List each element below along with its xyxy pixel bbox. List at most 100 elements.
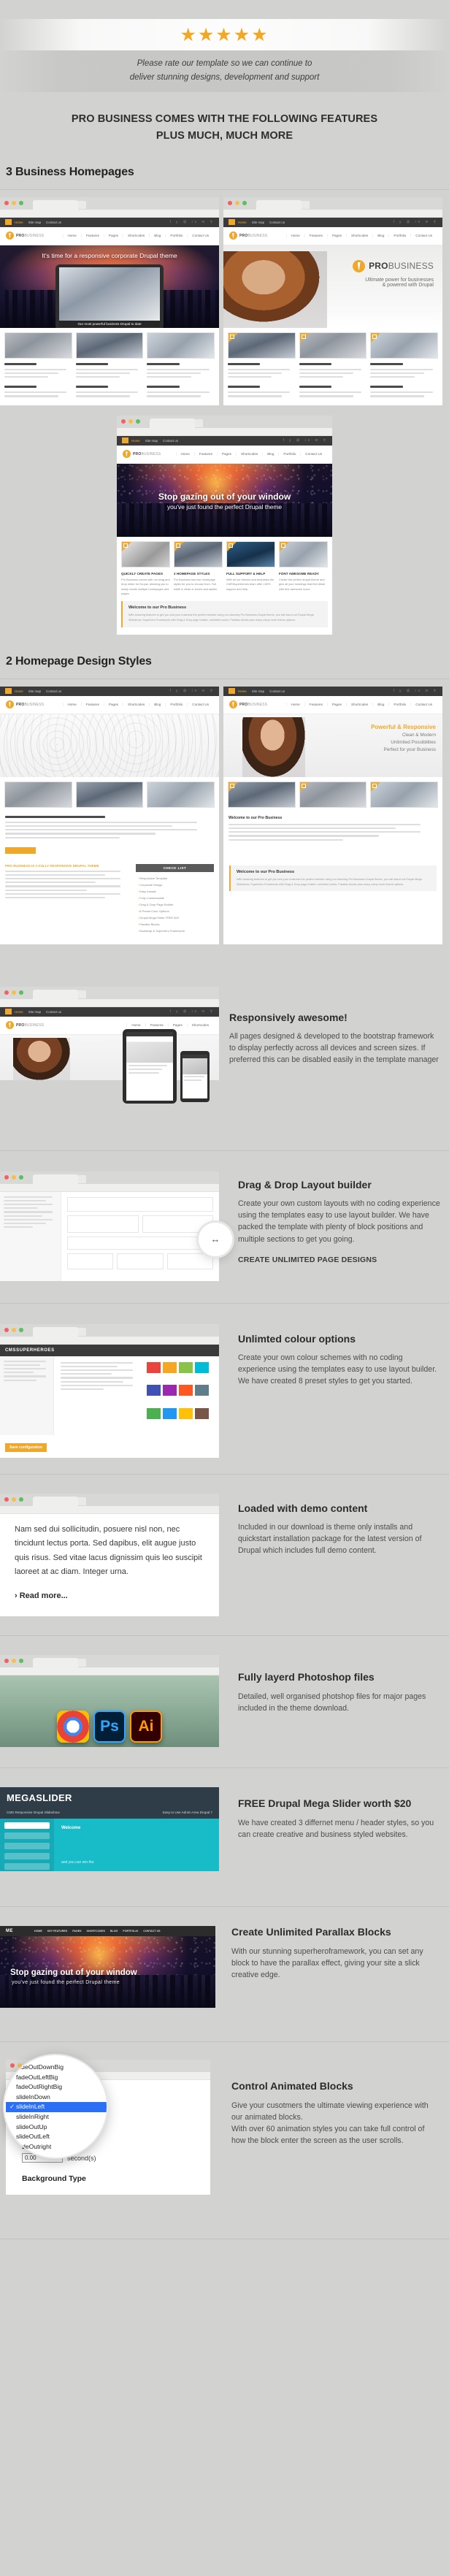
menu-item-0[interactable]: Home <box>175 452 194 456</box>
zoom-dot-icon[interactable] <box>19 1497 23 1502</box>
animation-option-0[interactable]: fadeOutDownBig <box>6 2063 107 2073</box>
hero-slider-2[interactable]: PROBUSINESS Ultimate power for businesse… <box>223 245 442 328</box>
menu-item-4[interactable]: Blog <box>372 234 388 238</box>
minimize-dot-icon[interactable] <box>12 1497 16 1502</box>
topbar-sitemap-link[interactable]: Site map <box>28 689 41 693</box>
menu-item-5[interactable]: Portfolio <box>388 234 410 238</box>
menu-item-1[interactable]: Features <box>145 1023 168 1028</box>
site-menu[interactable]: Home Features Pages Shortcodes Blog Port… <box>285 703 437 707</box>
window-controls[interactable] <box>4 990 23 995</box>
menu-item-6[interactable]: Contact Us <box>187 234 213 238</box>
thumbnail-meeting[interactable] <box>228 332 296 359</box>
topbar-contact-link[interactable]: Contact us <box>46 221 61 224</box>
swatch-3[interactable] <box>195 1361 209 1373</box>
democontent-mockup[interactable]: Nam sed dui sollicitudin, posuere nisl n… <box>0 1493 219 1617</box>
minimize-dot-icon[interactable] <box>128 418 133 424</box>
save-configuration-button[interactable]: Save configuration <box>5 1442 47 1452</box>
topbar-home-link[interactable]: Home <box>15 1010 23 1014</box>
zoom-dot-icon[interactable] <box>19 1174 23 1180</box>
minimize-dot-icon[interactable] <box>235 200 239 205</box>
builder-block[interactable] <box>117 1253 164 1269</box>
topbar-sitemap-link[interactable]: Site map <box>145 439 158 443</box>
window-controls[interactable] <box>228 200 247 205</box>
animation-option-8[interactable]: slideOutright <box>6 2142 107 2152</box>
site-logo[interactable]: PROBUSINESS <box>6 232 44 240</box>
swatch-4[interactable] <box>147 1385 161 1396</box>
animation-option-7[interactable]: slideOutLeft <box>6 2132 107 2142</box>
builder-block[interactable] <box>67 1196 213 1212</box>
menu-item-0[interactable]: Home <box>126 1023 145 1028</box>
site-logo[interactable]: PROBUSINESS <box>123 450 161 459</box>
colour-swatches[interactable] <box>147 1361 212 1429</box>
style-mockup-1[interactable]: Home Site map Contact us f y @ in ✉ ⚲ PR… <box>0 686 219 861</box>
parallax-menu-3[interactable]: SHORTCODES <box>87 1930 105 1933</box>
close-dot-icon[interactable] <box>4 1659 9 1664</box>
window-controls[interactable] <box>4 1497 23 1502</box>
menu-item-6[interactable]: Contact Us <box>410 703 437 707</box>
browser-tab[interactable] <box>256 199 302 210</box>
menu-item-1[interactable]: Features <box>304 703 327 707</box>
parallax-menu-4[interactable]: BLOG <box>110 1930 118 1933</box>
site-menu[interactable]: Home Features Pages Shortcodes Blog Port… <box>62 234 213 238</box>
thumbnail-meeting[interactable] <box>228 781 296 808</box>
slide-item-2[interactable] <box>4 1843 50 1850</box>
hero-slider-1[interactable]: It's time for a responsive corporate Dru… <box>0 245 219 328</box>
topbar-sitemap-link[interactable]: Site map <box>28 221 41 224</box>
social-icons[interactable]: f y @ in ✉ ⚲ <box>394 220 438 224</box>
site-logo[interactable]: PROBUSINESS <box>6 700 44 709</box>
topbar-contact-link[interactable]: Contact us <box>269 689 285 693</box>
close-dot-icon[interactable] <box>121 418 126 424</box>
swatch-9[interactable] <box>163 1408 177 1420</box>
browser-tab[interactable] <box>33 1174 78 1184</box>
topbar-contact-link[interactable]: Contact us <box>46 689 61 693</box>
close-dot-icon[interactable] <box>4 1327 9 1332</box>
homepage-mockup-1[interactable]: Home Site map Contact us f y @ in ✉ ⚲ PR… <box>0 196 219 386</box>
window-controls[interactable] <box>4 200 23 205</box>
topbar-contact-link[interactable]: Contact us <box>46 1010 61 1014</box>
home-icon[interactable] <box>122 437 128 444</box>
minimize-dot-icon[interactable] <box>12 1659 16 1664</box>
builder-block[interactable] <box>166 1253 213 1269</box>
dragdrop-mockup[interactable]: ↔ <box>0 1171 232 1281</box>
thumbnail-team[interactable] <box>370 332 439 359</box>
social-icons[interactable]: f y @ in ✉ ⚲ <box>394 689 438 693</box>
builder-sidebar[interactable] <box>0 1191 61 1281</box>
menu-item-6[interactable]: Contact Us <box>410 234 437 238</box>
megaslider-preview[interactable]: Welcome and you can win the <box>0 1819 219 1872</box>
menu-item-1[interactable]: Features <box>193 452 217 456</box>
menu-item-4[interactable]: Blog <box>149 234 165 238</box>
browser-tab[interactable] <box>33 1658 78 1668</box>
animation-option-3[interactable]: slideInDown <box>6 2092 107 2103</box>
site-logo[interactable]: PROBUSINESS <box>229 232 267 240</box>
parallax-menu-1[interactable]: KEY FEATURES <box>47 1930 67 1933</box>
menu-item-4[interactable]: Blog <box>149 703 165 707</box>
window-controls[interactable] <box>4 1327 23 1332</box>
builder-block[interactable] <box>67 1236 213 1250</box>
menu-item-3[interactable]: Shortcodes <box>122 234 149 238</box>
swatch-10[interactable] <box>179 1408 193 1420</box>
menu-item-2[interactable]: Pages <box>216 452 236 456</box>
swatch-6[interactable] <box>179 1385 193 1396</box>
topbar-contact-link[interactable]: Contact us <box>163 439 178 443</box>
minimize-dot-icon[interactable] <box>12 1327 16 1332</box>
social-icons[interactable]: f y @ in ✉ ⚲ <box>170 1009 215 1014</box>
responsive-mockup[interactable]: Home Site map Contact us f y @ in ✉ ⚲ PR… <box>0 986 219 1123</box>
thumbnail-team[interactable] <box>147 781 215 808</box>
swatch-8[interactable] <box>147 1408 161 1420</box>
topbar-home-link[interactable]: Home <box>238 221 247 224</box>
swatch-5[interactable] <box>163 1385 177 1396</box>
home-icon[interactable] <box>5 688 12 695</box>
thumbnail-meeting[interactable] <box>75 781 144 808</box>
thumbnail-team[interactable] <box>279 540 328 567</box>
site-menu[interactable]: Home Features Pages Shortcodes Blog Port… <box>62 703 213 707</box>
style-mockup-2[interactable]: Home Site map Contact us f y @ in ✉ ⚲ PR… <box>223 686 442 861</box>
hero-slider-3[interactable]: Stop gazing out of your window you've ju… <box>117 463 332 537</box>
builder-block[interactable] <box>67 1215 139 1233</box>
menu-item-2[interactable]: Pages <box>326 234 346 238</box>
parallax-mockup[interactable]: ME HOME KEY FEATURES PAGES SHORTCODES BL… <box>0 1926 215 2009</box>
menu-item-1[interactable]: Features <box>80 703 104 707</box>
close-dot-icon[interactable] <box>4 1174 9 1180</box>
megaslider-mockup[interactable]: MEGASLIDER CMS Responsive Drupal Slidesh… <box>0 1787 219 1872</box>
social-icons[interactable]: f y @ in ✉ ⚲ <box>170 220 215 224</box>
homepage-mockup-3[interactable]: Home Site map Contact us f y @ in ✉ ⚲ PR… <box>117 415 332 635</box>
